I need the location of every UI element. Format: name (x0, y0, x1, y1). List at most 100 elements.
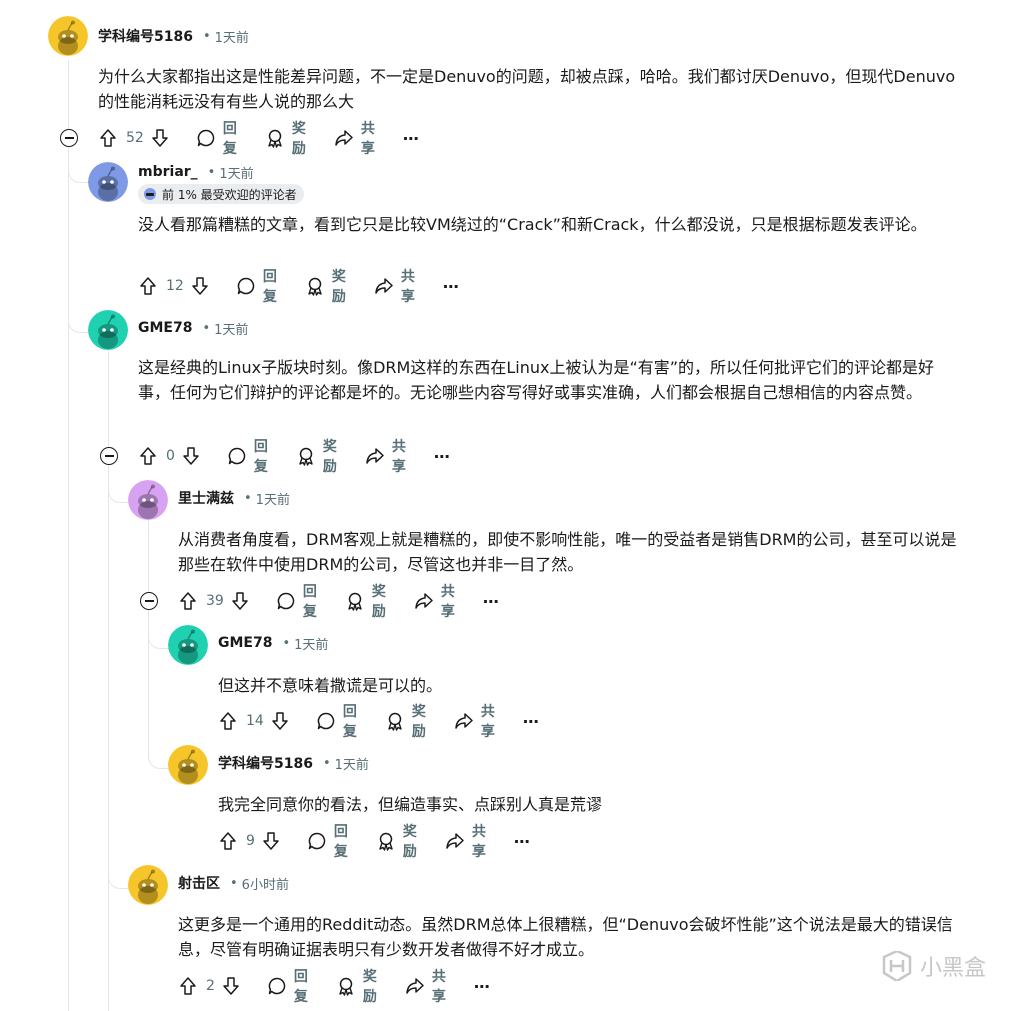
share-button[interactable]: 共享 (445, 821, 486, 861)
award-button[interactable]: 奖励 (376, 821, 417, 861)
upvote-icon (138, 276, 158, 296)
vote-count: 52 (126, 130, 144, 146)
award-button[interactable]: 奖励 (296, 436, 337, 476)
avatar[interactable] (88, 162, 128, 202)
more-options-icon: ⋯ (482, 591, 499, 611)
collapse-button[interactable] (60, 129, 78, 147)
avatar[interactable] (128, 865, 168, 905)
downvote-button[interactable] (150, 128, 170, 148)
avatar[interactable] (168, 625, 208, 665)
timestamp[interactable]: 1天前 (215, 27, 249, 46)
username[interactable]: 射击区 (178, 873, 220, 893)
timestamp[interactable]: 1天前 (335, 754, 369, 773)
upvote-icon (218, 711, 238, 731)
timestamp[interactable]: 6小时前 (242, 874, 289, 893)
comment-header: 射击区 • 6小时前 (178, 873, 289, 893)
reply-button[interactable]: 回复 (276, 581, 317, 621)
share-icon (405, 976, 425, 996)
snoo-avatar-icon (168, 625, 208, 665)
comment-header: GME78 • 1天前 (138, 319, 248, 338)
username[interactable]: 里士满兹 (178, 488, 234, 508)
share-icon (414, 591, 434, 611)
award-button[interactable]: 奖励 (305, 266, 346, 306)
more-options-button[interactable]: ⋯ (403, 129, 419, 148)
reply-button[interactable]: 回复 (227, 436, 268, 476)
award-icon (265, 128, 285, 148)
upvote-button[interactable] (138, 276, 158, 296)
collapse-button[interactable] (140, 592, 158, 610)
downvote-button[interactable] (221, 976, 241, 996)
upvote-button[interactable] (138, 446, 158, 466)
downvote-icon (150, 128, 170, 148)
share-button[interactable]: 共享 (454, 701, 495, 741)
reply-button[interactable]: 回复 (267, 966, 308, 1006)
downvote-button[interactable] (270, 711, 290, 731)
reply-button[interactable]: 回复 (236, 266, 277, 306)
username[interactable]: 学科编号5186 (98, 26, 193, 46)
share-label: 共享 (471, 824, 486, 860)
more-options-button[interactable]: ⋯ (474, 977, 490, 996)
more-options-button[interactable]: ⋯ (434, 447, 450, 466)
comment-bubble-icon (307, 831, 327, 851)
share-button[interactable]: 共享 (334, 118, 375, 158)
reply-button[interactable]: 回复 (307, 821, 348, 861)
separator-dot: • (202, 320, 211, 336)
downvote-button[interactable] (230, 591, 250, 611)
upvote-button[interactable] (218, 711, 238, 731)
vote-count: 12 (166, 278, 184, 294)
comment-actions: 0 回复 奖励 共享 ⋯ (138, 439, 450, 475)
avatar[interactable] (128, 480, 168, 520)
share-button[interactable]: 共享 (414, 581, 455, 621)
comment-actions: 39 回复 奖励 共享 ⋯ (178, 584, 499, 620)
more-options-button[interactable]: ⋯ (514, 832, 530, 851)
award-button[interactable]: 奖励 (336, 966, 377, 1006)
reply-label: 回复 (342, 704, 357, 740)
username[interactable]: GME78 (138, 320, 192, 336)
award-button[interactable]: 奖励 (265, 118, 306, 158)
share-button[interactable]: 共享 (365, 436, 406, 476)
comment-text: 为什么大家都指出这是性能差异问题，不一定是Denuvo的问题，却被点踩，哈哈。我… (98, 67, 956, 111)
award-button[interactable]: 奖励 (385, 701, 426, 741)
avatar[interactable] (168, 745, 208, 785)
reply-button[interactable]: 回复 (196, 118, 237, 158)
snoo-avatar-icon (88, 162, 128, 202)
collapse-button[interactable] (100, 447, 118, 465)
upvote-button[interactable] (218, 831, 238, 851)
comment-header: GME78 • 1天前 (218, 634, 328, 653)
share-button[interactable]: 共享 (374, 266, 415, 306)
award-label: 奖励 (362, 969, 377, 1005)
timestamp[interactable]: 1天前 (214, 319, 248, 338)
username[interactable]: mbriar_ (138, 164, 198, 180)
snoo-avatar-icon (48, 16, 88, 56)
share-button[interactable]: 共享 (405, 966, 446, 1006)
more-options-button[interactable]: ⋯ (443, 277, 459, 296)
more-options-icon: ⋯ (402, 128, 419, 148)
timestamp[interactable]: 1天前 (219, 163, 253, 182)
reply-label: 回复 (302, 584, 317, 620)
more-options-button[interactable]: ⋯ (483, 592, 499, 611)
avatar[interactable] (48, 16, 88, 56)
award-button[interactable]: 奖励 (345, 581, 386, 621)
comment-header: 学科编号5186 • 1天前 (98, 26, 249, 46)
avatar[interactable] (88, 310, 128, 350)
more-options-button[interactable]: ⋯ (523, 712, 539, 731)
upvote-button[interactable] (98, 128, 118, 148)
award-icon (376, 831, 396, 851)
downvote-button[interactable] (190, 276, 210, 296)
comment-actions: 2 回复 奖励 共享 ⋯ (178, 969, 490, 1005)
timestamp[interactable]: 1天前 (256, 489, 290, 508)
upvote-button[interactable] (178, 591, 198, 611)
username[interactable]: 学科编号5186 (218, 753, 313, 773)
award-icon (345, 591, 365, 611)
reply-label: 回复 (262, 269, 277, 305)
reply-button[interactable]: 回复 (316, 701, 357, 741)
downvote-button[interactable] (181, 446, 201, 466)
timestamp[interactable]: 1天前 (294, 634, 328, 653)
comment-text: 但这并不意味着撒谎是可以的。 (218, 676, 443, 695)
upvote-button[interactable] (178, 976, 198, 996)
comment-actions: 9 回复 奖励 共享 ⋯ (218, 824, 530, 860)
downvote-button[interactable] (261, 831, 281, 851)
username[interactable]: GME78 (218, 635, 272, 651)
award-label: 奖励 (322, 439, 337, 475)
award-label: 奖励 (291, 121, 306, 157)
